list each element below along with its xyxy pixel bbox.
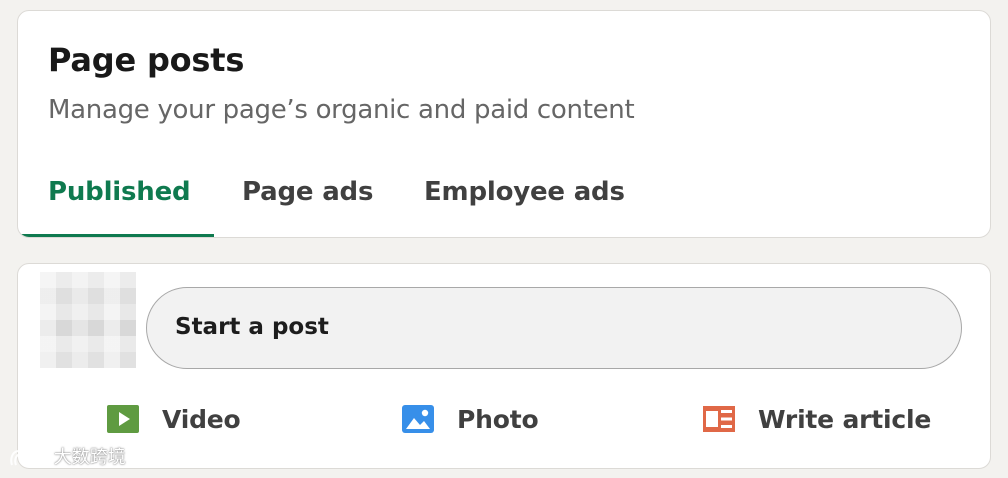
video-button[interactable]: Video [106, 394, 241, 444]
page-subtitle: Manage your page’s organic and paid cont… [48, 95, 635, 125]
tab-page-ads[interactable]: Page ads [214, 163, 396, 237]
page-posts-header-card: Page posts Manage your page’s organic an… [17, 10, 991, 238]
photo-button[interactable]: Photo [401, 394, 539, 444]
photo-label: Photo [457, 404, 539, 434]
start-post-button[interactable]: Start a post [146, 287, 962, 369]
watermark-logo-icon [8, 447, 46, 469]
photo-icon [401, 404, 435, 434]
tab-published[interactable]: Published [18, 163, 214, 237]
tab-page-ads-label: Page ads [242, 177, 374, 207]
write-article-label: Write article [758, 404, 932, 434]
tab-employee-ads[interactable]: Employee ads [396, 163, 626, 237]
share-box-card: Start a post Video Photo Write article [17, 263, 991, 469]
tab-employee-ads-label: Employee ads [424, 177, 625, 207]
page-title: Page posts [48, 41, 245, 79]
article-icon [702, 404, 736, 434]
start-post-label: Start a post [175, 314, 329, 340]
write-article-button[interactable]: Write article [702, 394, 931, 444]
watermark: 大数跨境 [8, 443, 126, 469]
video-icon [106, 404, 140, 434]
watermark-text: 大数跨境 [53, 447, 126, 468]
avatar[interactable] [40, 272, 136, 368]
tab-bar: Published Page ads Employee ads [18, 163, 626, 237]
tab-published-label: Published [48, 177, 191, 207]
video-label: Video [162, 404, 241, 434]
